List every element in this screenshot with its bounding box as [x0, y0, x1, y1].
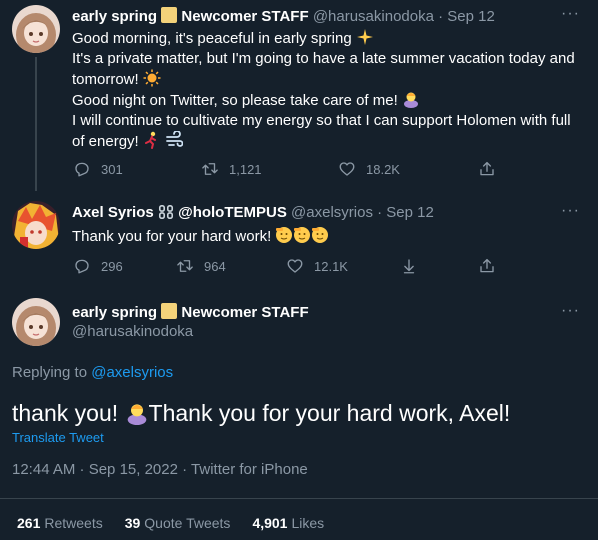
author-name[interactable]: early spring Newcomer STAFF	[72, 303, 309, 321]
display-name[interactable]: early spring	[72, 8, 157, 25]
avatar[interactable]	[12, 201, 60, 249]
separator-dot: ·	[438, 8, 444, 25]
more-options-icon[interactable]: ···	[561, 5, 580, 23]
dash-icon	[166, 131, 184, 147]
avatar[interactable]	[12, 298, 60, 346]
memo-emoji	[161, 303, 178, 319]
quotes-count: 39	[124, 515, 141, 531]
retweet-button[interactable]: 964	[176, 257, 226, 275]
retweets-label: Retweets	[44, 515, 103, 531]
more-options-icon[interactable]: ···	[561, 202, 580, 220]
main-tweet-text: thank you! Thank you for your hard work,…	[12, 398, 510, 428]
display-name-suffix[interactable]: @holoTEMPUS	[178, 204, 287, 221]
sparkles-icon	[356, 29, 373, 45]
retweet-icon	[202, 163, 218, 175]
reply-icon	[75, 259, 89, 274]
reply-button[interactable]: 296	[73, 257, 123, 275]
tweet-date[interactable]: Sep 12	[386, 204, 434, 221]
handle[interactable]: @harusakinodoka	[313, 8, 434, 25]
saluting-face-icon	[312, 227, 329, 243]
handle[interactable]: @axelsyrios	[291, 204, 373, 221]
retweets-stat[interactable]: 261 Retweets	[17, 515, 103, 531]
source-link[interactable]: Twitter for iPhone	[191, 461, 308, 478]
timestamp[interactable]: 12:44 AM · Sep 15, 2022	[12, 461, 178, 478]
thread-connector	[35, 57, 37, 191]
separator-dot: ·	[377, 204, 383, 221]
retweets-count: 261	[17, 515, 41, 531]
likes-stat[interactable]: 4,901 Likes	[252, 515, 324, 531]
display-name-suffix[interactable]: Newcomer STAFF	[181, 304, 308, 321]
likes-count: 4,901	[252, 515, 288, 531]
saluting-face-icon	[294, 227, 311, 243]
heart-icon	[287, 259, 303, 273]
tweet-line: It's a private matter, but I'm going to …	[72, 50, 575, 67]
like-count: 18.2K	[366, 161, 400, 177]
sun-icon	[143, 69, 161, 87]
translate-tweet-link[interactable]: Translate Tweet	[12, 430, 104, 445]
more-options-icon[interactable]: ···	[561, 302, 580, 320]
tweet-line: of energy!	[72, 133, 139, 150]
bowing-person-icon	[127, 404, 146, 425]
engagement-stats: 261 Retweets 39 Quote Tweets 4,901 Likes	[17, 515, 324, 531]
tweet-body: Good morning, it's peaceful in early spr…	[72, 28, 587, 152]
reply-icon	[75, 162, 89, 177]
divider	[0, 498, 598, 499]
retweet-button[interactable]: 1,121	[201, 160, 262, 178]
like-button[interactable]: 12.1K	[286, 257, 348, 275]
share-icon	[480, 258, 494, 273]
tweet-line: Good morning, it's peaceful in early spr…	[72, 30, 352, 47]
tweet-text: Thank you for your hard work!	[72, 228, 272, 245]
replying-handle-link[interactable]: @axelsyrios	[91, 364, 173, 381]
like-button[interactable]: 18.2K	[338, 160, 400, 178]
tweet-date[interactable]: Sep 12	[447, 8, 495, 25]
tweet-text-part: thank you!	[12, 400, 119, 426]
avatar[interactable]	[12, 5, 60, 53]
hide-reply-button[interactable]	[400, 257, 418, 275]
running-person-icon	[144, 131, 156, 149]
tweet-line: Good night on Twitter, so please take ca…	[72, 92, 398, 109]
quotes-label: Quote Tweets	[144, 515, 231, 531]
likes-label: Likes	[291, 515, 325, 531]
separator-dot: ·	[182, 461, 188, 478]
bowing-person-icon	[403, 92, 418, 108]
saluting-face-icon	[276, 227, 293, 243]
quotes-stat[interactable]: 39 Quote Tweets	[125, 515, 231, 531]
tweet-meta: 12:44 AM · Sep 15, 2022 · Twitter for iP…	[12, 461, 308, 478]
share-button[interactable]	[478, 257, 496, 275]
hide-reply-icon	[403, 259, 415, 274]
handle[interactable]: @harusakinodoka	[72, 323, 193, 340]
reply-count: 301	[101, 161, 123, 177]
tweet-header: early spring Newcomer STAFF @harusakinod…	[72, 7, 495, 25]
display-name[interactable]: Axel Syrios	[72, 204, 154, 221]
tweet-text-part: Thank you for your hard work, Axel!	[148, 400, 511, 426]
share-button[interactable]	[478, 160, 496, 178]
replying-to: Replying to @axelsyrios	[12, 364, 173, 381]
replying-label: Replying to	[12, 364, 88, 381]
chain-icon	[158, 204, 173, 220]
tweet-line: tomorrow!	[72, 71, 139, 88]
retweet-count: 1,121	[229, 161, 262, 177]
reply-count: 296	[101, 258, 123, 274]
like-count: 12.1K	[314, 258, 348, 274]
display-name-suffix[interactable]: Newcomer STAFF	[181, 8, 308, 25]
retweet-icon	[177, 260, 193, 272]
reply-button[interactable]: 301	[73, 160, 123, 178]
retweet-count: 964	[204, 258, 226, 274]
memo-emoji	[161, 7, 178, 23]
tweet-line: I will continue to cultivate my energy s…	[72, 112, 571, 129]
display-name[interactable]: early spring	[72, 304, 157, 321]
tweet-header: Axel Syrios @holoTEMPUS @axelsyrios · Se…	[72, 204, 434, 221]
heart-icon	[339, 162, 355, 176]
tweet-body: Thank you for your hard work!	[72, 226, 329, 247]
share-icon	[480, 161, 494, 176]
